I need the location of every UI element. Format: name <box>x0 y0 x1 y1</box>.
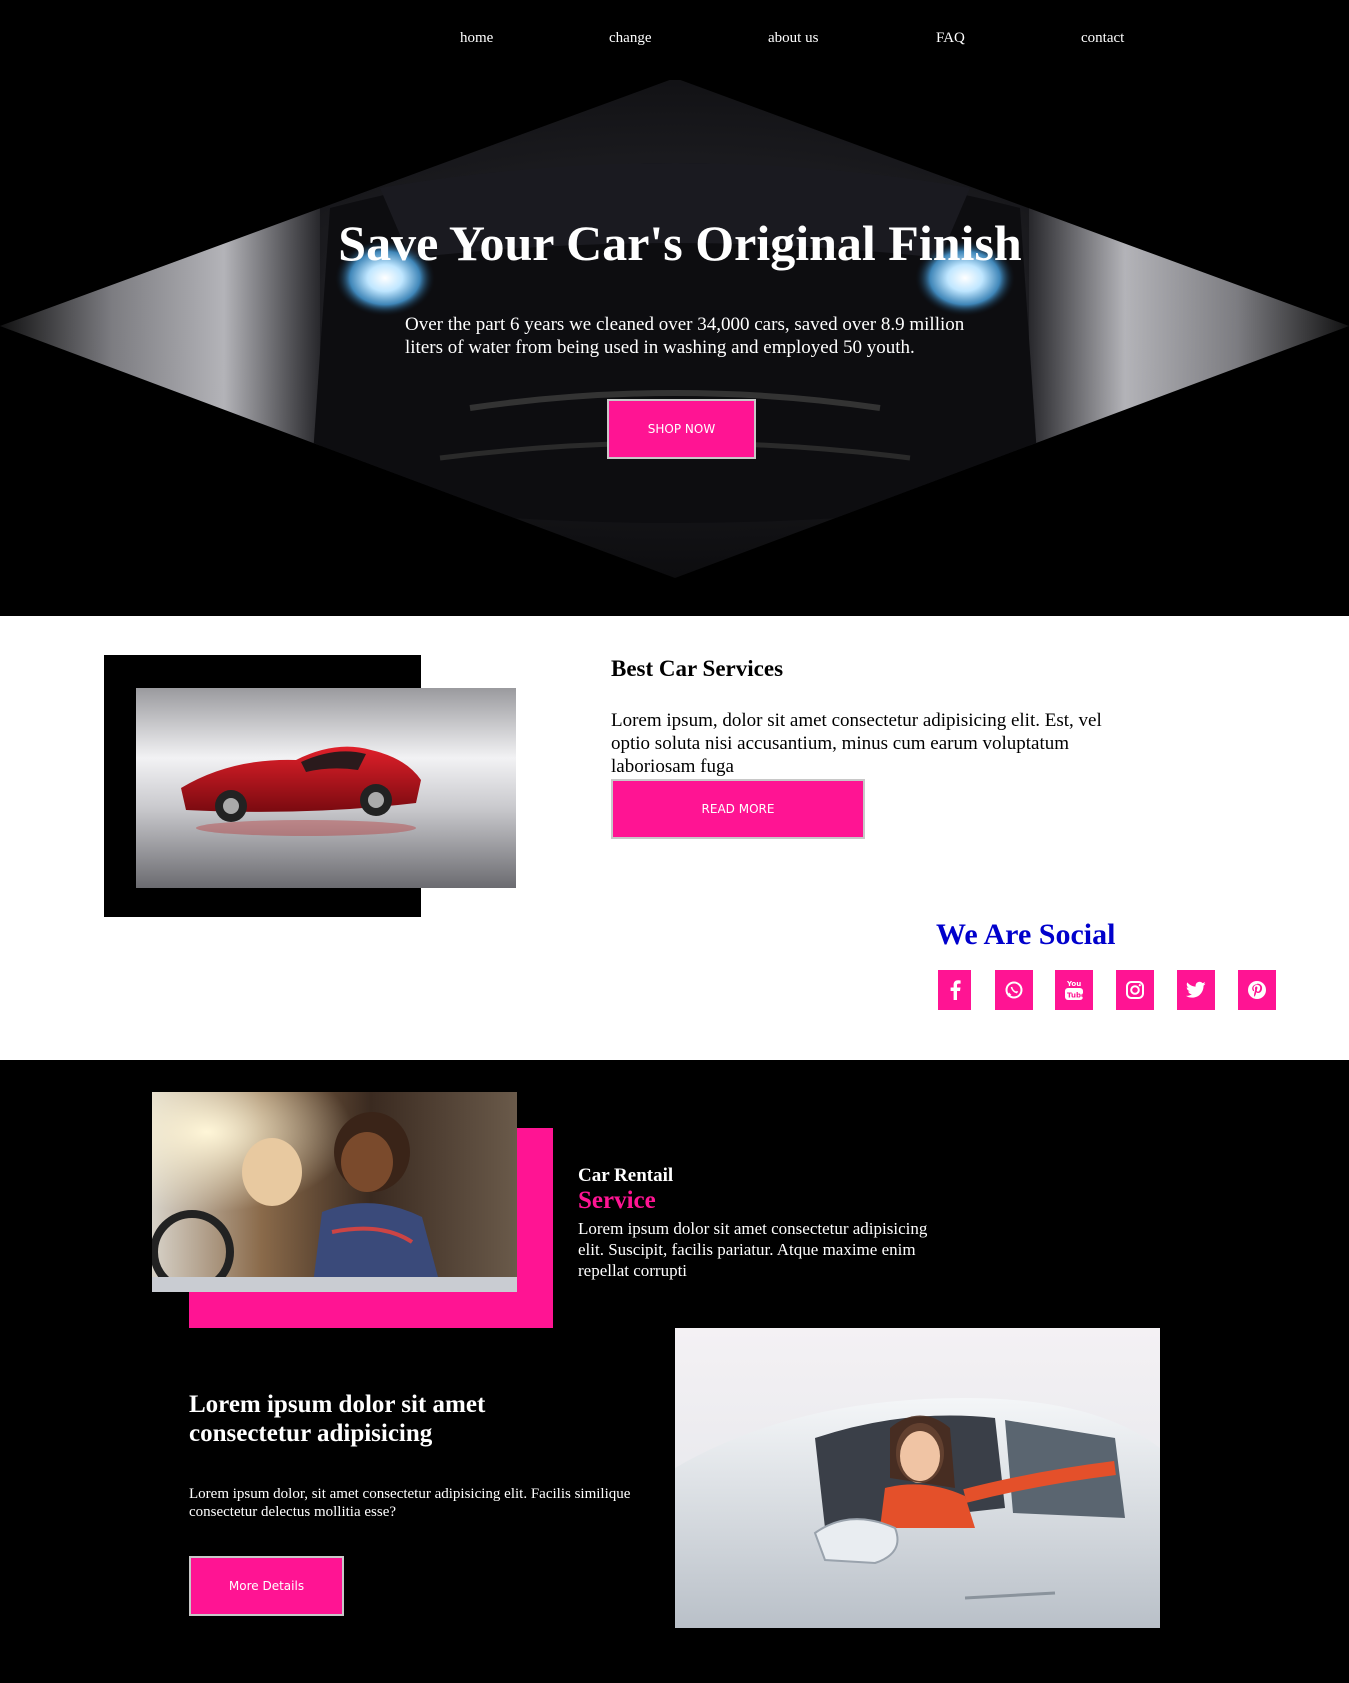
rental-section: Car Rentail Service Lorem ipsum dolor si… <box>0 1060 1349 1683</box>
nav-contact[interactable]: contact <box>1081 30 1124 47</box>
more-details-button[interactable]: More Details <box>189 1556 344 1616</box>
read-more-button[interactable]: READ MORE <box>611 779 865 839</box>
services-title: Best Car Services <box>611 656 784 681</box>
services-section: Best Car Services Lorem ipsum, dolor sit… <box>0 616 1349 1060</box>
whatsapp-icon[interactable] <box>995 970 1033 1010</box>
rental-service: Service <box>578 1187 656 1214</box>
shop-now-button[interactable]: SHOP NOW <box>607 399 756 459</box>
rental-title: Car Rentail <box>578 1165 674 1186</box>
svg-text:You: You <box>1066 980 1081 988</box>
details-text: Lorem ipsum dolor, sit amet consectetur … <box>189 1486 631 1520</box>
facebook-icon[interactable] <box>938 970 971 1010</box>
details-title: Lorem ipsum dolor sit amet consectetur a… <box>189 1391 486 1447</box>
woman-in-car-image <box>675 1328 1160 1628</box>
rental-text: Lorem ipsum dolor sit amet consectetur a… <box>578 1219 928 1280</box>
women-driving-image <box>152 1092 517 1292</box>
hero-section: Save Your Car's Original Finish Over the… <box>0 0 1349 616</box>
youtube-icon[interactable]: You Tube <box>1055 970 1093 1010</box>
nav-faq[interactable]: FAQ <box>936 30 965 47</box>
svg-text:Tube: Tube <box>1067 992 1084 1000</box>
nav-about-us[interactable]: about us <box>768 30 818 47</box>
services-text: Lorem ipsum, dolor sit amet consectetur … <box>611 710 1102 777</box>
hero-title: Save Your Car's Original Finish <box>338 215 1022 271</box>
social-title: We Are Social <box>936 918 1116 951</box>
red-sports-car-image <box>136 688 516 888</box>
nav-change[interactable]: change <box>609 30 651 47</box>
pinterest-icon[interactable] <box>1238 970 1276 1010</box>
twitter-icon[interactable] <box>1177 970 1215 1010</box>
hero-subtitle: Over the part 6 years we cleaned over 34… <box>405 314 965 358</box>
instagram-icon[interactable] <box>1116 970 1154 1010</box>
nav-home[interactable]: home <box>460 30 493 47</box>
top-nav: home change about us FAQ contact <box>0 0 1349 80</box>
